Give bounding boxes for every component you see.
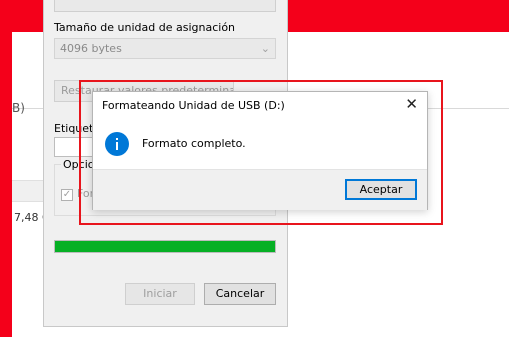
file-system-select[interactable] xyxy=(54,0,276,12)
background-column-header xyxy=(12,180,44,202)
quick-format-checkbox[interactable]: ✓ xyxy=(61,189,73,201)
cancel-button[interactable]: Cancelar xyxy=(204,283,276,305)
format-progress-fill xyxy=(55,241,275,252)
allocation-size-value: 4096 bytes xyxy=(60,42,122,55)
format-progress-bar xyxy=(54,240,276,253)
allocation-size-select[interactable]: 4096 bytes ⌄ xyxy=(54,38,276,59)
allocation-size-label: Tamaño de unidad de asignación xyxy=(54,21,236,34)
chevron-down-icon: ⌄ xyxy=(260,42,270,55)
start-button[interactable]: Iniciar xyxy=(125,283,195,305)
red-bar-left xyxy=(0,0,12,337)
highlight-box xyxy=(79,80,443,225)
background-partial-text: B) xyxy=(12,101,25,115)
